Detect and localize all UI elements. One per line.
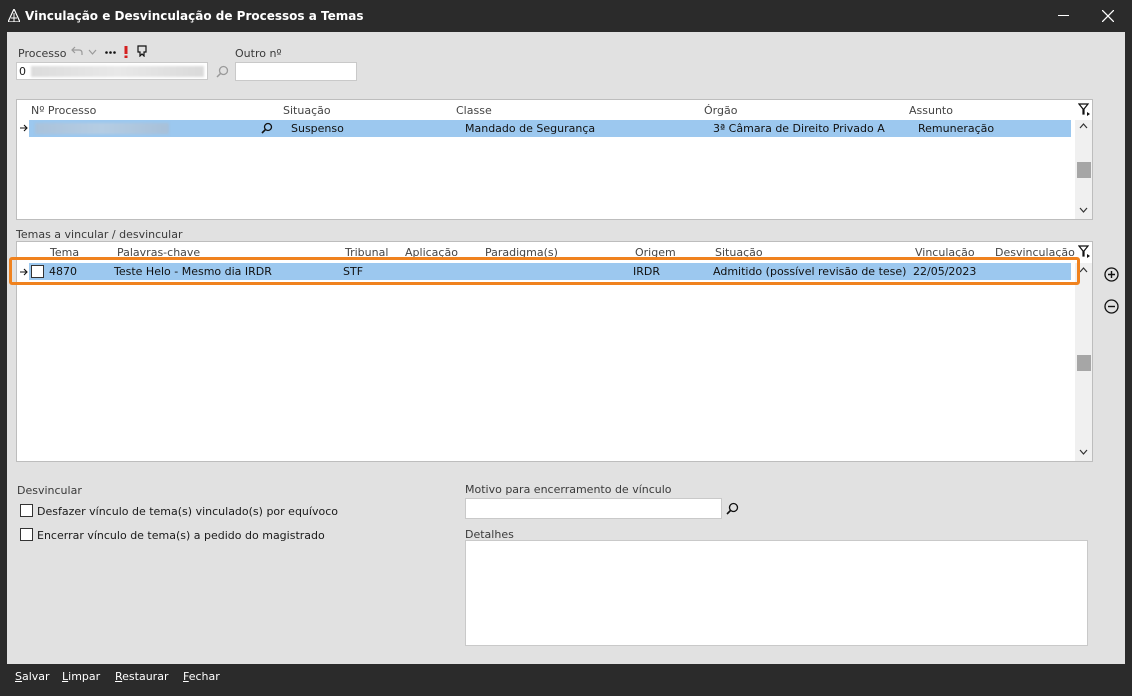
desfazer-vinculo-label[interactable]: Desfazer vínculo de tema(s) vinculado(s)… [37,505,338,518]
salvar-accel: S [15,670,22,683]
redacted-numero-processo [35,123,169,134]
minimize-button[interactable] [1040,0,1086,32]
detalhes-textarea[interactable] [465,540,1088,646]
salvar-button[interactable]: Salvar [15,670,50,683]
filter-icon[interactable] [1078,245,1090,258]
chevron-up-icon[interactable] [1079,123,1088,129]
title-bar[interactable]: Vinculação e Desvinculação de Processos … [0,0,1132,32]
restaurar-button[interactable]: Restaurar [115,670,168,683]
limpar-button[interactable]: Limpar [62,670,100,683]
redacted-processo-number [31,66,204,77]
minimize-icon [1058,15,1069,16]
add-circle-icon[interactable] [1104,267,1119,282]
salvar-label: alvar [21,670,50,683]
limpar-label: impar [68,670,101,683]
dialog-body: Processo Outro nº 0 Nº Processo Situação… [7,32,1125,664]
encerrar-vinculo-checkbox[interactable] [20,528,33,541]
temas-section-label: Temas a vincular / desvincular [16,228,183,241]
motivo-input[interactable] [465,498,722,519]
processo-label: Processo [18,47,67,60]
footer-bar: Salvar Limpar Restaurar Fechar [7,664,1125,689]
cell-situacao: Suspenso [291,122,344,135]
app-logo-icon [8,9,20,22]
more-options-icon[interactable] [105,51,116,54]
search-icon[interactable] [726,502,739,515]
desfazer-vinculo-checkbox[interactable] [20,504,33,517]
outro-numero-input[interactable] [235,62,357,81]
temas-scrollbar[interactable] [1075,263,1092,461]
window-title: Vinculação e Desvinculação de Processos … [25,9,364,23]
desvincular-label: Desvincular [17,484,82,497]
scrollbar-thumb[interactable] [1077,162,1091,178]
chevron-down-icon[interactable] [1079,449,1088,455]
cell-classe: Mandado de Segurança [465,122,596,135]
filter-icon[interactable] [1078,103,1090,116]
fechar-button[interactable]: Fechar [183,670,220,683]
close-icon [1102,10,1114,22]
bookmark-icon[interactable] [137,45,147,57]
dialog-window: Vinculação e Desvinculação de Processos … [0,0,1132,696]
scrollbar-thumb[interactable] [1077,355,1091,371]
processos-scrollbar[interactable] [1075,120,1092,219]
col-header-classe[interactable]: Classe [456,104,492,117]
alert-icon[interactable] [124,46,128,58]
col-header-situacao[interactable]: Situação [283,104,331,117]
chevron-up-icon[interactable] [1079,267,1088,273]
selected-row-highlight [9,257,1080,285]
fechar-label: echar [188,670,220,683]
chevron-down-icon[interactable] [88,49,97,55]
col-header-orgao[interactable]: Órgão [704,104,737,117]
processo-number-prefix: 0 [19,65,26,78]
cell-orgao: 3ª Câmara de Direito Privado A [713,122,885,135]
motivo-label: Motivo para encerramento de vínculo [465,483,672,496]
remove-circle-icon[interactable] [1104,299,1119,314]
undo-icon[interactable] [71,46,83,57]
cell-assunto: Remuneração [918,122,995,135]
processos-grid: Nº Processo Situação Classe Órgão Assunt… [16,99,1093,220]
chevron-down-icon[interactable] [1079,207,1088,213]
processo-number-field[interactable]: 0 [16,62,208,80]
restaurar-label: estaurar [122,670,169,683]
outro-numero-label: Outro nº [235,47,282,60]
encerrar-vinculo-label[interactable]: Encerrar vínculo de tema(s) a pedido do … [37,529,325,542]
close-button[interactable] [1086,0,1132,32]
col-header-assunto[interactable]: Assunto [909,104,953,117]
table-row[interactable]: Suspenso Mandado de Segurança 3ª Câmara … [29,120,1071,137]
search-icon[interactable] [216,65,229,78]
col-header-numero[interactable]: Nº Processo [31,104,96,117]
row-pointer-icon [20,124,28,132]
search-icon[interactable] [261,122,273,134]
